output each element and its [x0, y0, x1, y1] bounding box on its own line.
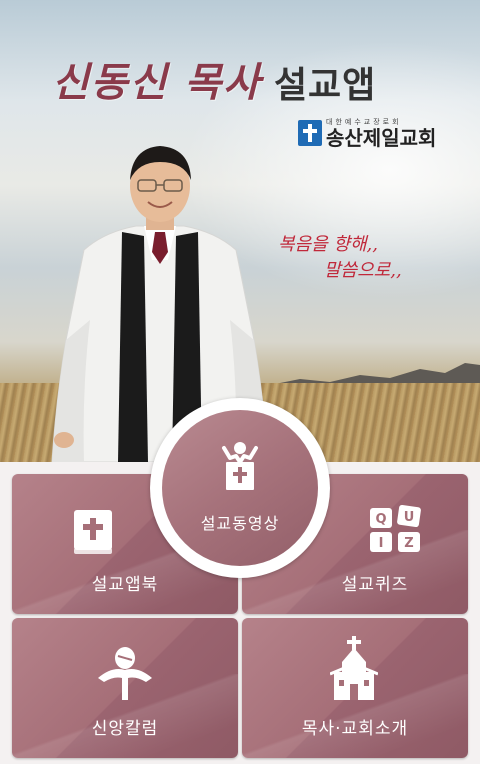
bible-icon	[74, 510, 112, 554]
quiz-blocks-icon: Q U I Z	[370, 504, 421, 552]
quiz-letter-q: Q	[375, 512, 386, 527]
slogan-line-2: 말씀으로,,	[324, 260, 402, 281]
church-name: 송산제일교회	[326, 125, 437, 150]
sermon-video-label: 설교동영상	[200, 514, 280, 533]
hero-banner: 신동신 목사 설교앱 대한예수교장로회 송산제일교회 복음을 향해,, 말씀으로…	[0, 0, 480, 462]
sermon-video-button[interactable]: 설교동영상	[162, 410, 318, 566]
quiz-letter-i: I	[379, 536, 384, 551]
quiz-letter-u: U	[404, 510, 415, 525]
church-denomination: 대한예수교장로회	[326, 117, 402, 126]
faith-column-label: 신앙칼럼	[91, 719, 159, 739]
church-building-icon	[330, 636, 378, 700]
title-pastor-name: 신동신 목사	[52, 59, 262, 106]
praying-figure-icon	[98, 647, 152, 700]
app-title: 신동신 목사 설교앱	[52, 48, 432, 108]
slogan-line-1: 복음을 향해,,	[278, 234, 378, 255]
title-app-name: 설교앱	[273, 65, 377, 106]
pastor-church-intro-button[interactable]: 목사·교회소개	[242, 618, 468, 758]
pulpit-speaker-icon	[222, 442, 258, 490]
sermon-appbook-label: 설교앱북	[91, 575, 159, 595]
slogan: 복음을 향해,, 말씀으로,,	[278, 232, 458, 284]
church-logo: 대한예수교장로회 송산제일교회	[298, 118, 436, 148]
pastor-church-intro-label: 목사·교회소개	[301, 719, 409, 739]
faith-column-button[interactable]: 신앙칼럼	[12, 618, 238, 758]
quiz-letter-z: Z	[404, 536, 413, 551]
church-cross-icon	[298, 120, 322, 146]
sermon-quiz-label: 설교퀴즈	[341, 575, 409, 595]
